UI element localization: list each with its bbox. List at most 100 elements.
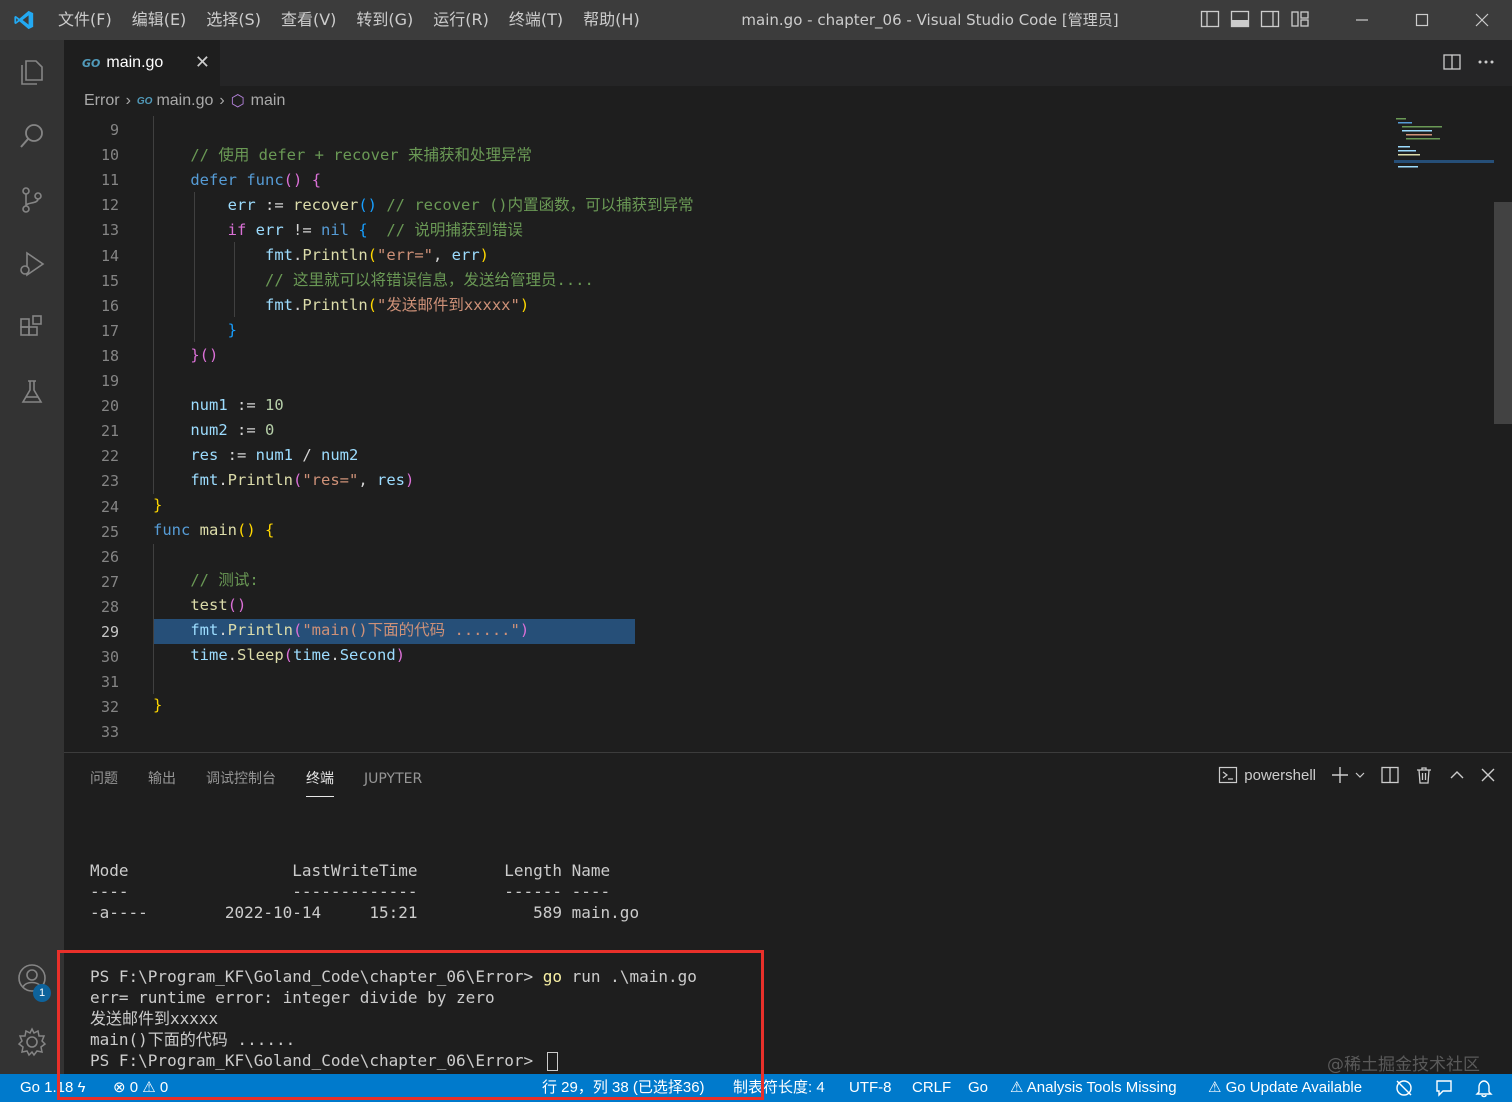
warning-icon: ⚠ [142, 1079, 156, 1096]
status-cursor-position[interactable]: 行 29，列 38 (已选择36) [542, 1074, 705, 1102]
line-number: 13 [100, 221, 119, 240]
line-number: 21 [100, 422, 119, 441]
close-tab-icon[interactable]: ✕ [195, 52, 210, 73]
code-line-32: } [153, 696, 163, 714]
chevron-down-icon[interactable] [1354, 769, 1366, 781]
close-panel-icon[interactable] [1480, 767, 1496, 783]
code-line-18: }() [190, 346, 219, 364]
go-update-label: Go Update Available [1225, 1079, 1363, 1096]
panel-tabs: 问题 输出 调试控制台 终端 JUPYTER [90, 767, 422, 797]
tab-main-go[interactable]: GO main.go ✕ [64, 40, 220, 86]
tab-output[interactable]: 输出 [148, 767, 176, 797]
tab-problems[interactable]: 问题 [90, 767, 118, 797]
warning-icon: ⚠ [1208, 1079, 1222, 1096]
code-line-28: test() [190, 596, 247, 614]
search-icon[interactable] [0, 104, 64, 168]
line-number: 31 [100, 673, 119, 692]
status-analysis-tools[interactable]: ⚠ Analysis Tools Missing [1010, 1074, 1177, 1102]
line-number: 29 [100, 623, 119, 641]
menu-view[interactable]: 查看(V) [271, 0, 346, 40]
notifications-bell-icon[interactable] [1474, 1078, 1494, 1102]
status-problems[interactable]: ⊗ 0 ⚠ 0 [113, 1074, 168, 1102]
line-number: 16 [100, 296, 119, 315]
code-line-29: fmt.Println("main()下面的代码 ......") [190, 621, 530, 639]
toggle-sidebar-icon[interactable] [1200, 9, 1220, 29]
status-eol[interactable]: CRLF [912, 1074, 951, 1102]
maximize-button[interactable] [1392, 0, 1452, 40]
line-number: 14 [100, 246, 119, 265]
status-go-version[interactable]: Go 1.18 ϟ [20, 1074, 86, 1102]
terminal-command: go [542, 967, 563, 986]
terminal-prompt-line: PS F:\Program_KF\Goland_Code\chapter_06\… [90, 966, 697, 987]
line-number: 23 [100, 472, 119, 491]
code-line-22: res := num1 / num2 [190, 446, 359, 464]
tab-debug-console[interactable]: 调试控制台 [206, 767, 276, 797]
copilot-icon[interactable] [1394, 1078, 1414, 1102]
title-bar: 文件(F) 编辑(E) 选择(S) 查看(V) 转到(G) 运行(R) 终端(T… [0, 0, 1512, 40]
source-control-icon[interactable] [0, 168, 64, 232]
go-version-label: Go 1.18 [20, 1079, 74, 1096]
vscode-logo-icon [0, 0, 48, 40]
menu-edit[interactable]: 编辑(E) [122, 0, 197, 40]
menu-file[interactable]: 文件(F) [48, 0, 122, 40]
terminal-prompt: PS F:\Program_KF\Goland_Code\chapter_06\… [90, 967, 534, 986]
customize-layout-icon[interactable] [1290, 9, 1310, 29]
extensions-icon[interactable] [0, 296, 64, 360]
menu-run[interactable]: 运行(R) [423, 0, 499, 40]
editor-scrollbar[interactable] [1494, 202, 1512, 424]
breadcrumb-symbol[interactable]: main [251, 92, 286, 110]
manage-gear-icon[interactable] [0, 1010, 64, 1074]
more-actions-icon[interactable] [1476, 52, 1496, 72]
menu-go[interactable]: 转到(G) [346, 0, 423, 40]
status-tab-size[interactable]: 制表符长度: 4 [733, 1074, 825, 1102]
feedback-icon[interactable] [1434, 1078, 1454, 1102]
breadcrumb-file[interactable]: main.go [156, 92, 213, 110]
new-terminal-icon[interactable] [1330, 765, 1350, 785]
code-line-21: num2 := 0 [190, 421, 275, 439]
code-line-27: // 测试: [190, 571, 259, 589]
window-title: main.go - chapter_06 - Visual Studio Cod… [741, 11, 1119, 29]
terminal-command-args: run .\main.go [562, 967, 697, 986]
chevron-right-icon: › [219, 92, 225, 109]
activity-bar: 1 [0, 40, 64, 1074]
code-editor[interactable]: 9 10 11 12 13 14 15 16 17 18 19 20 21 22 23 24 25 26 27 28 2… [64, 116, 1512, 752]
minimize-button[interactable] [1332, 0, 1392, 40]
accounts-icon[interactable]: 1 [0, 946, 64, 1010]
panel-actions: powershell [1218, 765, 1496, 785]
terminal-current-prompt[interactable]: PS F:\Program_KF\Goland_Code\chapter_06\… [90, 1050, 558, 1071]
menu-help[interactable]: 帮助(H) [573, 0, 650, 40]
line-number: 24 [100, 497, 119, 516]
testing-icon[interactable] [0, 360, 64, 424]
run-debug-icon[interactable] [0, 232, 64, 296]
tab-jupyter[interactable]: JUPYTER [364, 767, 422, 797]
minimap[interactable] [1392, 116, 1494, 176]
chevron-up-icon[interactable] [1448, 766, 1466, 784]
menu-terminal[interactable]: 终端(T) [499, 0, 573, 40]
terminal-line: err= runtime error: integer divide by ze… [90, 988, 495, 1007]
explorer-icon[interactable] [0, 40, 64, 104]
toggle-secondary-sidebar-icon[interactable] [1260, 9, 1280, 29]
code-line-17: } [227, 321, 237, 339]
terminal-line: 发送邮件到xxxxx [90, 1009, 219, 1028]
code-line-23: fmt.Println("res=", res) [190, 471, 415, 489]
status-encoding[interactable]: UTF-8 [849, 1074, 892, 1102]
split-editor-icon[interactable] [1442, 52, 1462, 72]
toggle-panel-icon[interactable] [1230, 9, 1250, 29]
layout-controls [1200, 9, 1310, 29]
code-line-25: func main() { [153, 521, 275, 539]
watermark: @稀土掘金技术社区 [1327, 1055, 1480, 1075]
breadcrumb-folder[interactable]: Error [84, 92, 120, 110]
menu-selection[interactable]: 选择(S) [196, 0, 271, 40]
line-number: 9 [109, 121, 119, 139]
split-terminal-icon[interactable] [1380, 765, 1400, 785]
status-go-update[interactable]: ⚠ Go Update Available [1208, 1074, 1362, 1102]
tab-terminal[interactable]: 终端 [306, 767, 334, 797]
line-number: 19 [100, 372, 119, 390]
status-language[interactable]: Go [968, 1074, 988, 1102]
terminal-line: Mode LastWriteTime Length Name [90, 861, 611, 880]
code-line-12: err := recover() // recover ()内置函数，可以捕获到… [227, 196, 694, 214]
close-window-button[interactable] [1452, 0, 1512, 40]
terminal-shell-name[interactable]: powershell [1244, 767, 1316, 784]
trash-icon[interactable] [1414, 765, 1434, 785]
code-line-14: fmt.Println("err=", err) [264, 246, 490, 264]
